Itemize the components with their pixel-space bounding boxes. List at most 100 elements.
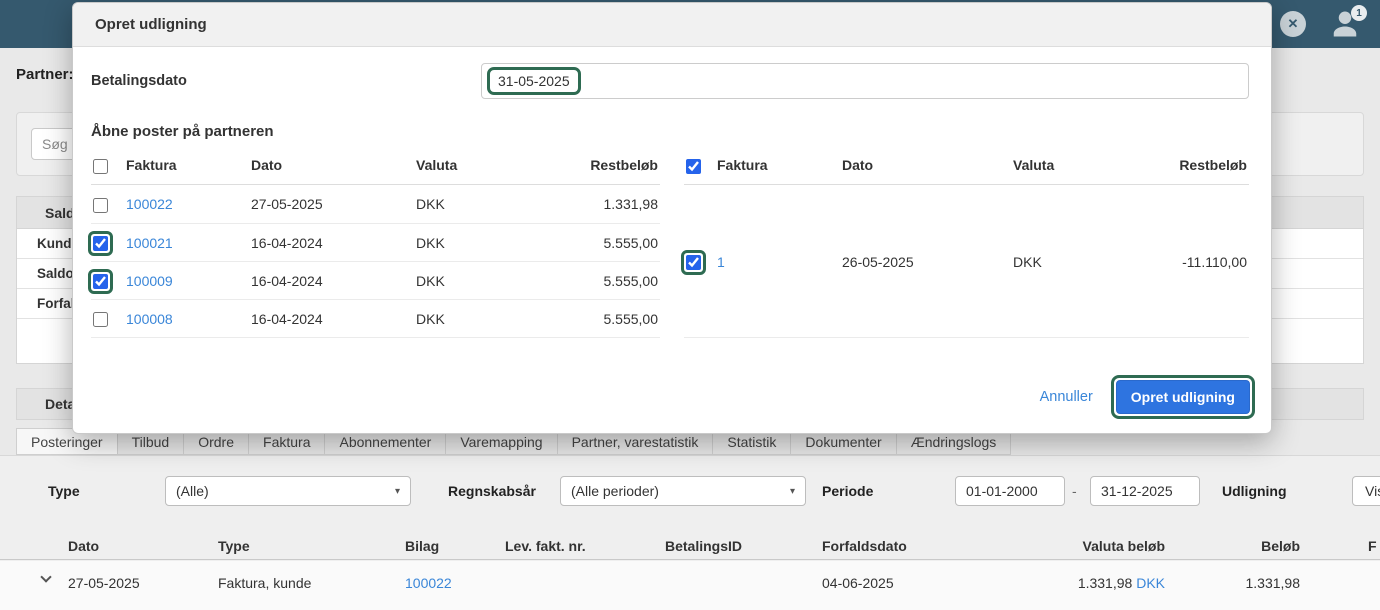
fiscal-year-filter-label: Regnskabsår	[448, 476, 536, 506]
posting-dato: 27-05-2025	[68, 573, 140, 593]
table-row: 100021 16-04-2024 DKK 5.555,00	[91, 223, 660, 261]
row-restbeloeb: 1.331,98	[571, 184, 660, 223]
postings-table-header: Dato Type Bilag Lev. fakt. nr. Betalings…	[0, 532, 1380, 560]
payment-date-row: Betalingsdato 31-05-2025	[91, 63, 1249, 99]
posting-row: 27-05-2025 Faktura, kunde 100022 04-06-2…	[0, 561, 1380, 610]
row-checkbox[interactable]	[93, 236, 108, 251]
posting-beloeb: 1.331,98	[1246, 573, 1301, 593]
table-row: 100008 16-04-2024 DKK 5.555,00	[91, 299, 660, 338]
col-dato: Dato	[842, 146, 1013, 184]
checkbox-annotation	[88, 231, 113, 256]
row-restbeloeb: -11.110,00	[1164, 184, 1249, 338]
row-checkbox[interactable]	[93, 274, 108, 289]
close-circle-icon[interactable]: ✕	[1280, 11, 1306, 37]
col-restbeloeb: Restbeløb	[1164, 146, 1249, 184]
open-items-tables: Faktura Dato Valuta Restbeløb 100022 27-…	[91, 146, 1249, 338]
col-faktura: Faktura	[126, 146, 251, 184]
fiscal-year-value: (Alle perioder)	[571, 483, 659, 499]
checkbox-annotation	[681, 250, 706, 275]
table-header-row: Faktura Dato Valuta Restbeløb	[684, 146, 1249, 184]
select-all-right-checkbox[interactable]	[686, 159, 701, 174]
invoice-link[interactable]: 100008	[126, 311, 173, 327]
payment-date-input[interactable]: 31-05-2025	[481, 63, 1249, 99]
type-filter-value: (Alle)	[176, 483, 209, 499]
modal-body: Betalingsdato 31-05-2025 Åbne poster på …	[73, 47, 1271, 338]
type-filter-select[interactable]: (Alle) ▾	[165, 476, 411, 506]
row-checkbox[interactable]	[93, 312, 108, 327]
row-valuta: DKK	[416, 261, 571, 299]
type-filter-label: Type	[48, 476, 80, 506]
modal-title: Opret udligning	[73, 3, 1271, 47]
table-row: 100009 16-04-2024 DKK 5.555,00	[91, 261, 660, 299]
invoice-link[interactable]: 1	[717, 254, 725, 270]
invoice-link[interactable]: 100009	[126, 273, 173, 289]
row-dato: 27-05-2025	[251, 184, 416, 223]
posting-currency-link[interactable]: DKK	[1136, 575, 1165, 591]
col-cut-off: F	[1368, 532, 1377, 560]
row-valuta: DKK	[416, 223, 571, 261]
period-separator: -	[1072, 476, 1077, 506]
cancel-link[interactable]: Annuller	[1040, 389, 1093, 405]
posting-valuta-amount: 1.331,98	[1078, 575, 1133, 591]
posting-bilag-link[interactable]: 100022	[405, 573, 452, 593]
row-dato: 16-04-2024	[251, 261, 416, 299]
partner-label: Partner:	[16, 66, 74, 83]
expand-row-chevron-icon[interactable]	[40, 571, 51, 582]
settlement-filter-label: Udligning	[1222, 476, 1287, 506]
invoice-link[interactable]: 100022	[126, 196, 173, 212]
row-restbeloeb: 5.555,00	[571, 261, 660, 299]
row-dato: 26-05-2025	[842, 184, 1013, 338]
chevron-down-icon: ▾	[790, 486, 795, 497]
open-items-table-right: Faktura Dato Valuta Restbeløb 1 26-05-20…	[684, 146, 1249, 338]
table-row: 100022 27-05-2025 DKK 1.331,98	[91, 184, 660, 223]
row-dato: 16-04-2024	[251, 223, 416, 261]
period-to-input[interactable]: 31-12-2025	[1090, 476, 1200, 506]
chevron-down-icon: ▾	[395, 486, 400, 497]
col-bilag: Bilag	[405, 532, 439, 560]
row-checkbox[interactable]	[93, 198, 108, 213]
row-valuta: DKK	[1013, 184, 1164, 338]
table-row: 1 26-05-2025 DKK -11.110,00	[684, 184, 1249, 338]
notification-badge: 1	[1351, 5, 1367, 21]
posting-type: Faktura, kunde	[218, 573, 311, 593]
create-settlement-button[interactable]: Opret udligning	[1116, 380, 1250, 414]
period-filter-label: Periode	[822, 476, 873, 506]
row-checkbox[interactable]	[686, 255, 701, 270]
col-type: Type	[218, 532, 250, 560]
checkbox-annotation	[88, 269, 113, 294]
posting-forfaldsdato: 04-06-2025	[822, 573, 894, 593]
col-beloeb: Beløb	[1261, 532, 1300, 560]
row-valuta: DKK	[416, 184, 571, 223]
col-betalings-id: BetalingsID	[665, 532, 742, 560]
col-restbeloeb: Restbeløb	[571, 146, 660, 184]
col-dato: Dato	[68, 532, 99, 560]
col-lev-fakt-nr: Lev. fakt. nr.	[505, 532, 586, 560]
create-settlement-modal: Opret udligning Betalingsdato 31-05-2025…	[72, 2, 1272, 434]
table-header-row: Faktura Dato Valuta Restbeløb	[91, 146, 660, 184]
button-annotation: Opret udligning	[1111, 375, 1255, 419]
row-dato: 16-04-2024	[251, 299, 416, 338]
select-all-left-checkbox[interactable]	[93, 159, 108, 174]
col-valuta: Valuta	[1013, 146, 1164, 184]
show-button[interactable]: Vis	[1352, 476, 1380, 506]
payment-date-label: Betalingsdato	[91, 73, 481, 89]
col-dato: Dato	[251, 146, 416, 184]
period-from-input[interactable]: 01-01-2000	[955, 476, 1065, 506]
row-restbeloeb: 5.555,00	[571, 299, 660, 338]
payment-date-value-annotated: 31-05-2025	[487, 67, 581, 95]
open-items-table-left: Faktura Dato Valuta Restbeløb 100022 27-…	[91, 146, 660, 338]
topbar-icon-group: ✕ 1	[1280, 0, 1360, 48]
invoice-link[interactable]: 100021	[126, 235, 173, 251]
col-valuta: Valuta	[416, 146, 571, 184]
modal-footer: Annuller Opret udligning	[1040, 375, 1255, 419]
user-profile-icon[interactable]: 1	[1330, 9, 1360, 39]
filter-bar: Type (Alle) ▾ Regnskabsår (Alle perioder…	[0, 476, 1380, 506]
col-valuta-beloeb: Valuta beløb	[1083, 532, 1165, 560]
col-faktura: Faktura	[717, 146, 842, 184]
posting-valuta-beloeb: 1.331,98 DKK	[1078, 573, 1165, 593]
open-items-section-title: Åbne poster på partneren	[91, 123, 1249, 140]
col-forfaldsdato: Forfaldsdato	[822, 532, 907, 560]
row-restbeloeb: 5.555,00	[571, 223, 660, 261]
row-valuta: DKK	[416, 299, 571, 338]
fiscal-year-select[interactable]: (Alle perioder) ▾	[560, 476, 806, 506]
